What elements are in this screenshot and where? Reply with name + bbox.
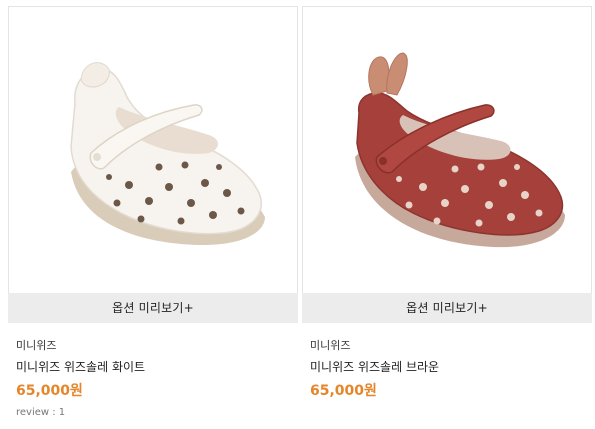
- product-image-link[interactable]: [302, 6, 592, 293]
- brown-baby-shoe-image: [355, 52, 565, 248]
- product-name-link[interactable]: 미니위즈 위즈솔레 화이트: [16, 360, 298, 375]
- product-card-brown: 옵션 미리보기+ 미니위즈 미니위즈 위즈솔레 브라운 65,000원: [302, 6, 592, 400]
- product-brand: 미니위즈: [310, 339, 351, 352]
- review-count: review : 1: [16, 407, 66, 418]
- product-info: 미니위즈 미니위즈 위즈솔레 화이트 65,000원 review : 1: [8, 323, 298, 419]
- white-baby-shoe-image: [70, 62, 265, 246]
- product-card-white: 옵션 미리보기+ 미니위즈 미니위즈 위즈솔레 화이트 65,000원 revi…: [8, 6, 298, 419]
- option-preview-button[interactable]: 옵션 미리보기+: [8, 293, 298, 323]
- option-preview-button[interactable]: 옵션 미리보기+: [302, 293, 592, 323]
- product-price: 65,000원: [310, 383, 377, 399]
- product-info: 미니위즈 미니위즈 위즈솔레 브라운 65,000원: [302, 323, 592, 400]
- product-price: 65,000원: [16, 383, 83, 399]
- product-name-link[interactable]: 미니위즈 위즈솔레 브라운: [310, 360, 592, 375]
- product-brand: 미니위즈: [16, 339, 57, 352]
- product-image-link[interactable]: [8, 6, 298, 293]
